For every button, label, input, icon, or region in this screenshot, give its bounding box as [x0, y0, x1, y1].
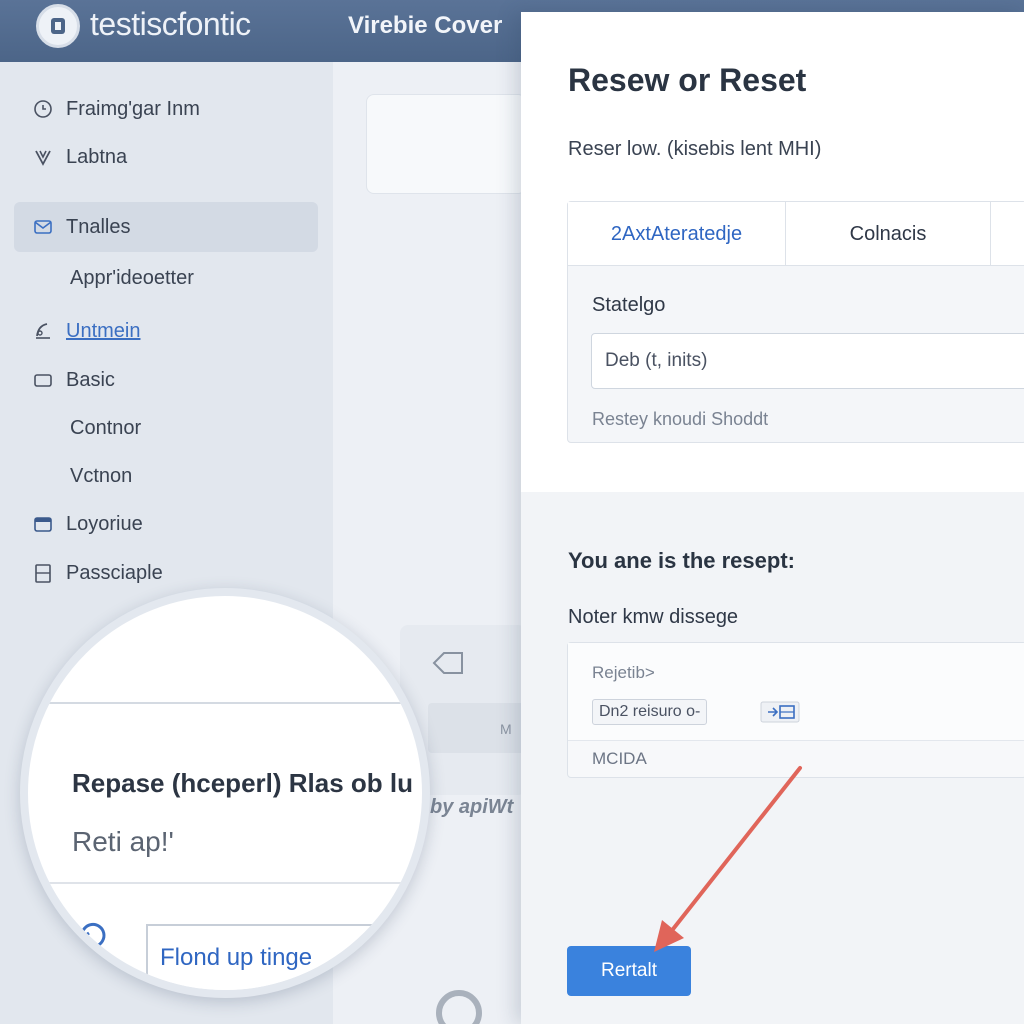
sidebar-item-fraimggar[interactable]: Fraimg'gar Inm [14, 84, 318, 134]
tab-alternate[interactable]: 2AxtAteratedje [568, 202, 786, 266]
sidebar-item-label: Contnor [70, 416, 142, 439]
document-icon [30, 560, 56, 586]
sidebar-item-label: Basic [66, 368, 115, 391]
sidebar-item-label: Untmein [66, 319, 141, 342]
magnifier-callout: Repase (hceperl) Rlas ob lu Reti ap!' Fl… [20, 588, 430, 998]
refresh-icon[interactable] [74, 916, 110, 952]
sidebar-item-contnor[interactable]: Contnor [14, 403, 318, 453]
message-icon [432, 652, 463, 674]
dialog-subtitle: Reser low. (kisebis lent MHI) [568, 138, 822, 160]
message-box[interactable]: Rejetib> Dn2 reisuro o- MCIDA [567, 642, 1024, 778]
insert-icon[interactable] [760, 701, 800, 723]
divider [28, 702, 422, 704]
sidebar-item-basic[interactable]: Basic [14, 355, 318, 405]
sidebar-item-label: Tnalles [66, 215, 131, 238]
sidebar-item-label: Loyoriue [66, 512, 143, 535]
byline-text: by apiWt [430, 796, 514, 818]
magnified-subtitle: Reti ap!' [72, 826, 174, 857]
dialog-title: Resew or Reset [568, 62, 807, 98]
sidebar-item-vctnon[interactable]: Vctnon [14, 451, 318, 501]
sidebar-item-tnalles[interactable]: Tnalles [14, 202, 318, 252]
message-chip[interactable]: Dn2 reisuro o- [592, 699, 708, 725]
sidebar-item-untmein[interactable]: Untmein [14, 306, 318, 356]
field-hint: Restey knoudi Shoddt [592, 409, 769, 429]
sidebar-item-labtna[interactable]: Labtna [14, 132, 318, 182]
content-card-bar: M [428, 703, 526, 753]
message-line: Rejetib> [592, 663, 655, 682]
content-card[interactable] [366, 94, 526, 194]
field-label: Statelgo [592, 294, 666, 316]
sidebar-item-label: Labtna [66, 145, 128, 168]
sidebar-item-label: Passciaple [66, 561, 163, 584]
sidebar-item-label: Appr'ideoetter [70, 266, 194, 289]
sidebar-item-loyoriue[interactable]: Loyoriue [14, 499, 318, 549]
content-card-label: M [500, 721, 512, 737]
logo-icon[interactable] [36, 4, 80, 48]
sidebar-item-passciaple[interactable]: Passciaple [14, 548, 318, 598]
square-icon [30, 367, 56, 393]
annotation-arrow-icon [654, 766, 802, 952]
tabs-panel: 2AxtAteratedje Colnacis Statelgo Restey … [567, 201, 1024, 443]
brand-name: testiscfontic [90, 6, 251, 42]
tab-colnacis[interactable]: Colnacis [786, 202, 991, 266]
calendar-icon [30, 511, 56, 537]
magnified-input[interactable]: Flond up tinge [146, 924, 422, 990]
magnified-title: Repase (hceperl) Rlas ob lu [72, 768, 413, 798]
message-footer: MCIDA [592, 749, 647, 768]
mail-icon [30, 214, 56, 240]
message-label: Noter kmw dissege [568, 606, 739, 628]
clock-icon [30, 96, 56, 122]
heart-icon [30, 144, 56, 170]
message-box-editor[interactable]: Rejetib> Dn2 reisuro o- [568, 643, 1024, 741]
chart-icon [30, 318, 56, 344]
sidebar-item-label: Fraimg'gar Inm [66, 97, 200, 120]
window-title: Virebie Cover [348, 12, 503, 39]
section-heading: You ane is the resept: [568, 548, 795, 573]
tab-bar: 2AxtAteratedje Colnacis [568, 202, 1024, 266]
sidebar-item-label: Vctnon [70, 464, 133, 487]
sidebar-item-apprideoetter[interactable]: Appr'ideoetter [14, 253, 318, 303]
divider [28, 882, 422, 884]
strategy-input[interactable] [591, 333, 1024, 389]
